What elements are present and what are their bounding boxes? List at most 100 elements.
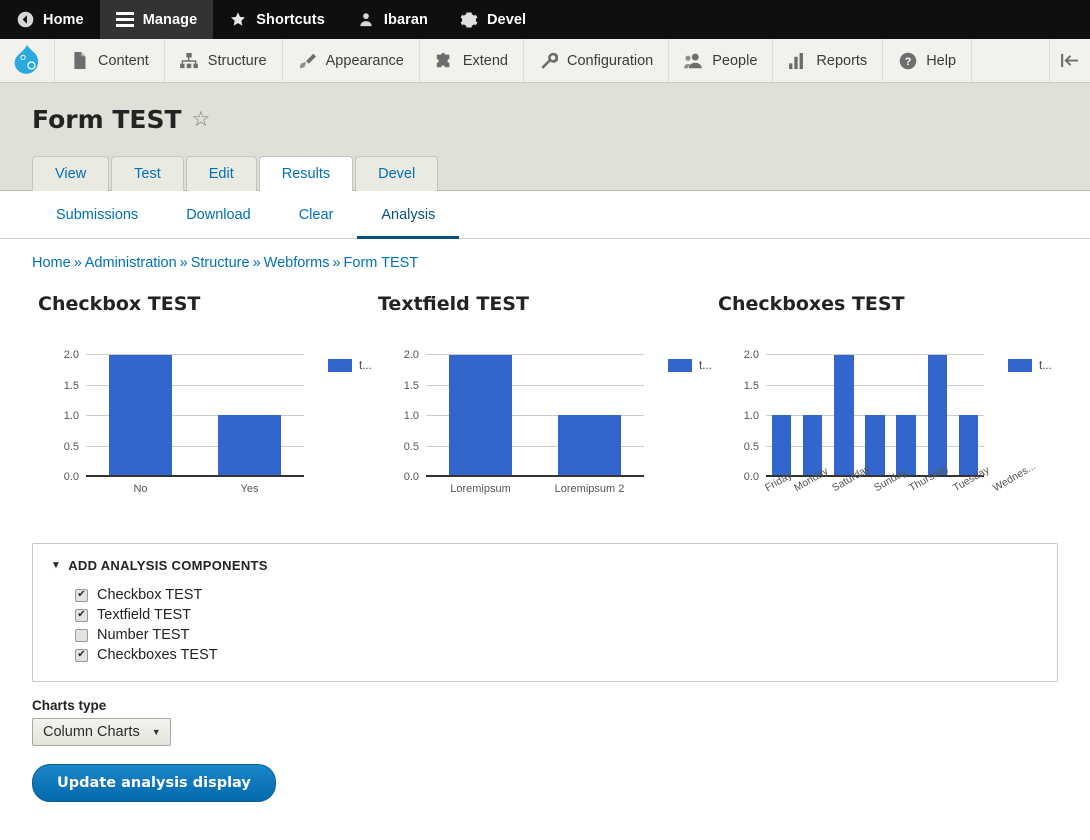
menu-item-reports[interactable]: Reports <box>773 39 884 82</box>
checkbox-label[interactable]: Textfield TEST <box>97 607 191 623</box>
breadcrumb-item-structure[interactable]: Structure <box>191 255 250 271</box>
chart-bar[interactable] <box>896 415 916 475</box>
chart-plot-area: 0.0 0.5 1.0 1.5 2.0 No Yes t... <box>38 349 372 525</box>
chart-bar[interactable] <box>557 415 622 475</box>
charts-type-value: Column Charts <box>43 724 140 740</box>
y-axis-tick-label: 0.5 <box>403 440 419 453</box>
menu-item-configuration[interactable]: Configuration <box>524 39 670 82</box>
chevron-down-icon: ▼ <box>51 560 62 571</box>
toolbar-item-user-label: Ibaran <box>383 11 428 28</box>
y-axis-tick-label: 1.0 <box>743 410 759 422</box>
tab-view[interactable]: View <box>32 156 110 191</box>
secondary-tabs: Submissions Download Clear Analysis <box>0 191 1090 239</box>
y-axis-tick-label: 1.5 <box>63 379 79 392</box>
primary-tabs: View Test Edit Results Devel <box>32 156 1058 191</box>
breadcrumb-item-home[interactable]: Home <box>32 255 71 271</box>
breadcrumb-item-form-test[interactable]: Form TEST <box>344 255 419 271</box>
toolbar-item-shortcuts[interactable]: Shortcuts <box>213 0 341 39</box>
y-axis-tick-label: 1.5 <box>743 379 759 392</box>
tab-devel[interactable]: Devel <box>355 156 439 191</box>
checkbox-label[interactable]: Checkboxes TEST <box>97 647 218 663</box>
breadcrumb-item-administration[interactable]: Administration <box>85 255 177 271</box>
svg-text:?: ? <box>904 56 911 68</box>
chart-bar[interactable] <box>771 415 792 475</box>
bar-slot <box>86 355 195 475</box>
menu-item-structure[interactable]: Structure <box>165 39 283 82</box>
y-axis-tick-label: 0.5 <box>63 440 79 453</box>
collapse-left-icon[interactable] <box>1050 39 1090 82</box>
fieldset-legend[interactable]: ▼ ADD ANALYSIS COMPONENTS <box>51 558 1039 573</box>
toolbar-item-devel[interactable]: Devel <box>444 0 542 39</box>
charts-type-select[interactable]: Column Charts ▼ <box>32 718 171 746</box>
form-footer: Charts type Column Charts ▼ Update analy… <box>0 682 1090 802</box>
tab-view-label: View <box>55 166 87 182</box>
update-analysis-display-button[interactable]: Update analysis display <box>32 764 276 802</box>
toolbar-item-manage-label: Manage <box>142 11 198 28</box>
chart-bars <box>766 355 984 475</box>
y-axis-tick-label: 0.0 <box>403 471 419 483</box>
subtab-clear-label: Clear <box>298 207 334 223</box>
chart-title: Checkboxes TEST <box>718 293 905 315</box>
subtab-analysis[interactable]: Analysis <box>357 191 460 239</box>
chart-bar[interactable] <box>927 355 947 475</box>
checkbox-checkbox-test[interactable] <box>75 588 88 602</box>
y-axis-tick-label: 0.0 <box>743 471 759 483</box>
chart-plot-area: 0.0 0.5 1.0 1.5 2.0 Friday Monday Saturday Sunda… <box>718 349 1060 525</box>
checkbox-label[interactable]: Checkbox TEST <box>97 587 202 603</box>
chart-bar[interactable] <box>448 355 513 475</box>
menu-item-extend[interactable]: Extend <box>420 39 524 82</box>
toolbar-item-user[interactable]: Ibaran <box>341 0 444 39</box>
list-item[interactable]: Textfield TEST <box>51 605 1039 625</box>
y-axis-tick-label: 2.0 <box>743 349 759 361</box>
toolbar-item-home[interactable]: Home <box>0 0 100 39</box>
chart-title: Checkbox TEST <box>38 293 201 315</box>
tab-test[interactable]: Test <box>111 156 184 191</box>
tab-edit[interactable]: Edit <box>185 156 257 191</box>
drupal-logo[interactable] <box>0 39 55 82</box>
bar-slot <box>828 355 859 475</box>
star-icon <box>229 11 247 29</box>
subtab-submissions-label: Submissions <box>56 207 139 223</box>
y-axis-tick-label: 2.0 <box>63 349 79 361</box>
chart-bar[interactable] <box>958 415 979 475</box>
menu-item-people[interactable]: People <box>669 39 774 82</box>
checkbox-number-test[interactable] <box>75 628 88 642</box>
chart-bar[interactable] <box>108 355 173 475</box>
chart-bar[interactable] <box>834 355 854 475</box>
people-icon <box>684 51 703 70</box>
charts-type-label: Charts type <box>32 698 107 713</box>
paintbrush-icon <box>298 51 317 70</box>
chart-bar[interactable] <box>803 415 823 475</box>
menu-item-configuration-label: Configuration <box>567 52 654 69</box>
menu-item-reports-label: Reports <box>816 52 868 69</box>
menu-item-appearance[interactable]: Appearance <box>283 39 420 82</box>
subtab-clear[interactable]: Clear <box>275 191 358 239</box>
subtab-submissions[interactable]: Submissions <box>32 191 162 239</box>
chart-bar[interactable] <box>217 415 282 475</box>
menu-item-content[interactable]: Content <box>55 39 165 82</box>
checkbox-textfield-test[interactable] <box>75 608 88 622</box>
tab-results[interactable]: Results <box>258 156 354 191</box>
chart-legend: t... <box>328 359 372 372</box>
x-axis-labels: Loremipsum Loremipsum 2 <box>426 483 644 495</box>
y-axis-tick-label: 1.0 <box>403 410 419 422</box>
list-item[interactable]: Checkboxes TEST <box>51 645 1039 665</box>
y-axis-tick-label: 0.0 <box>63 471 79 483</box>
list-item[interactable]: Checkbox TEST <box>51 585 1039 605</box>
x-axis-labels: No Yes <box>86 483 304 495</box>
bar-slot <box>891 355 922 475</box>
checkbox-label[interactable]: Number TEST <box>97 627 189 643</box>
menu-item-help[interactable]: ? Help <box>883 39 973 82</box>
subtab-analysis-label: Analysis <box>381 207 436 223</box>
y-axis-tick-label: 1.5 <box>403 379 419 392</box>
hamburger-icon <box>115 11 134 29</box>
tab-results-label: Results <box>281 166 331 182</box>
x-axis-tick-label: Loremipsum 2 <box>554 483 625 495</box>
chart-title: Textfield TEST <box>378 293 529 315</box>
breadcrumb-item-webforms[interactable]: Webforms <box>264 255 330 271</box>
toolbar-item-manage[interactable]: Manage <box>99 0 214 39</box>
star-outline-icon[interactable]: ☆ <box>192 109 211 130</box>
checkbox-checkboxes-test[interactable] <box>75 648 88 662</box>
subtab-download[interactable]: Download <box>162 191 275 239</box>
list-item[interactable]: Number TEST <box>51 625 1039 645</box>
